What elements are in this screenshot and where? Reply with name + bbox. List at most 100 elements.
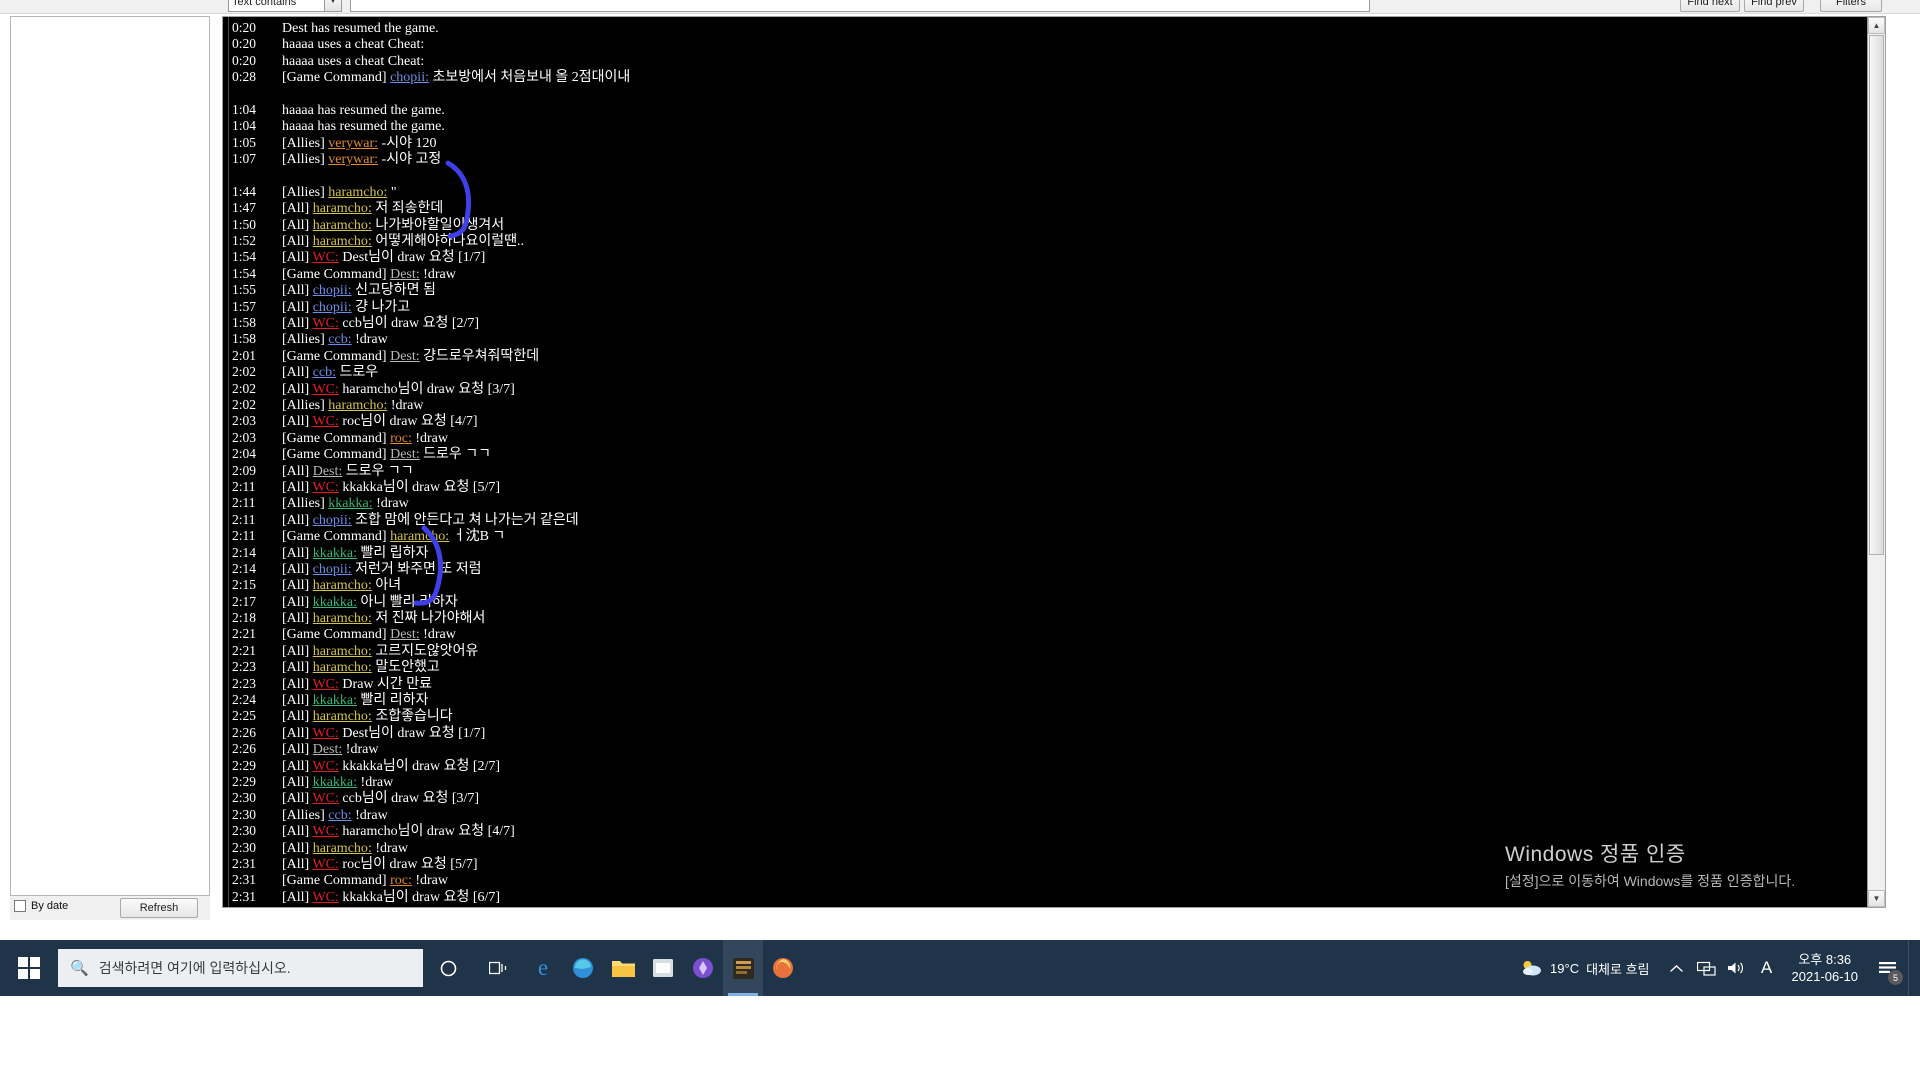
taskbar-search-box[interactable]: 🔍 검색하려면 여기에 입력하십시오. (58, 949, 423, 987)
chat-nickname[interactable]: Dest: (313, 742, 343, 757)
chat-line[interactable]: 0:20 haaaa uses a cheat Cheat: (230, 36, 1866, 52)
chat-line[interactable]: 2:15 [All] haramcho: 아녀 (230, 577, 1866, 593)
chat-line[interactable]: 1:52 [All] haramcho: 어떻게해야하나요이럴땐.. (230, 233, 1866, 249)
taskbar-app-microsoft-store[interactable] (643, 940, 683, 996)
refresh-button[interactable]: Refresh (120, 898, 198, 918)
chat-line[interactable]: 2:14 [All] chopii: 저런거 봐주면 또 저럼 (230, 561, 1866, 577)
find-prev-button[interactable]: Find prev (1744, 0, 1804, 12)
search-input[interactable] (350, 0, 1370, 12)
chat-nickname[interactable]: ccb: (313, 365, 336, 380)
volume-icon[interactable] (1722, 940, 1752, 996)
chat-nickname[interactable]: WC: (312, 250, 338, 265)
chat-nickname[interactable]: kkakka: (313, 775, 357, 790)
chat-nickname[interactable]: haramcho: (313, 234, 372, 249)
chat-line[interactable]: 1:05 [Allies] verywar: -시야 120 (230, 135, 1866, 151)
chat-nickname[interactable]: kkakka: (328, 496, 372, 511)
chat-nickname[interactable]: verywar: (328, 152, 378, 167)
chat-line[interactable]: 2:30 [Allies] ccb: !draw (230, 807, 1866, 823)
chat-nickname[interactable]: roc: (390, 431, 412, 446)
chat-line[interactable]: 2:01 [Game Command] Dest: 걍드로우쳐줘딱한데 (230, 348, 1866, 364)
notification-center-button[interactable]: 5 (1868, 940, 1908, 996)
chat-nickname[interactable]: Dest: (313, 464, 343, 479)
chat-line[interactable]: 2:02 [All] WC: haramcho님이 draw 요청 [3/7] (230, 381, 1866, 397)
chat-line[interactable]: 2:11 [All] chopii: 조합 맘에 안든다고 쳐 나가는거 같은데 (230, 512, 1866, 528)
chat-nickname[interactable]: ccb: (328, 808, 351, 823)
chat-nickname[interactable]: verywar: (328, 136, 378, 151)
by-date-checkbox[interactable]: By date (14, 900, 68, 912)
chat-line[interactable]: 1:04 haaaa has resumed the game. (230, 102, 1866, 118)
chat-line[interactable]: 2:11 [Allies] kkakka: !draw (230, 495, 1866, 511)
chat-line[interactable]: 2:02 [All] ccb: 드로우 (230, 364, 1866, 380)
chat-line[interactable]: 2:09 [All] Dest: 드로우 ㄱㄱ (230, 463, 1866, 479)
chat-line[interactable]: 1:47 [All] haramcho: 저 죄송한데 (230, 200, 1866, 216)
chat-line[interactable]: 2:31 [All] WC: kkakka님이 draw 요청 [6/7] (230, 889, 1866, 905)
taskbar-app-replay-parser[interactable] (723, 940, 763, 996)
network-icon[interactable] (1692, 940, 1722, 996)
chat-line[interactable]: 2:04 [Game Command] Dest: 드로우 ㄱㄱ (230, 446, 1866, 462)
chat-line[interactable]: 1:04 haaaa has resumed the game. (230, 118, 1866, 134)
chat-line[interactable]: 2:21 [All] haramcho: 고르지도않앗어유 (230, 643, 1866, 659)
chat-line[interactable]: 0:20 haaaa uses a cheat Cheat: (230, 53, 1866, 69)
chat-line[interactable]: 1:44 [Allies] haramcho: " (230, 184, 1866, 200)
chat-nickname[interactable]: WC: (312, 791, 338, 806)
filter-type-select[interactable]: Text contains ▼ (228, 0, 342, 12)
chat-line[interactable]: 0:20 Dest has resumed the game. (230, 20, 1866, 36)
chat-line[interactable]: 1:07 [Allies] verywar: -시야 고정 (230, 151, 1866, 167)
chat-nickname[interactable]: Dest: (390, 447, 420, 462)
chat-nickname[interactable]: WC: (312, 857, 338, 872)
chat-line[interactable]: 1:58 [All] WC: ccb님이 draw 요청 [2/7] (230, 315, 1866, 331)
chat-line[interactable]: 1:54 [All] WC: Dest님이 draw 요청 [1/7] (230, 249, 1866, 265)
chat-nickname[interactable]: WC: (312, 824, 338, 839)
tray-clock[interactable]: 오후 8:36 2021-06-10 (1782, 951, 1869, 985)
cortana-circle-icon[interactable] (423, 940, 473, 996)
chat-nickname[interactable]: chopii: (313, 283, 352, 298)
chat-nickname[interactable]: Dest: (390, 349, 420, 364)
chat-nickname[interactable]: haramcho: (313, 218, 372, 233)
chat-line[interactable]: 2:30 [All] WC: ccb님이 draw 요청 [3/7] (230, 790, 1866, 806)
chat-nickname[interactable]: roc: (390, 873, 412, 888)
chat-line[interactable]: 2:26 [All] WC: Dest님이 draw 요청 [1/7] (230, 725, 1866, 741)
chat-nickname[interactable]: kkakka: (313, 693, 357, 708)
chat-nickname[interactable]: WC: (312, 726, 338, 741)
chat-line[interactable]: 2:11 [Game Command] haramcho: ㅓ沈B ㄱ (230, 528, 1866, 544)
tray-weather[interactable]: 19°C 대체로 흐림 (1509, 959, 1661, 978)
chat-nickname[interactable]: ccb: (328, 332, 351, 347)
chat-line[interactable]: 2:21 [Game Command] Dest: !draw (230, 626, 1866, 642)
chat-nickname[interactable]: WC: (312, 414, 338, 429)
scrollbar-thumb[interactable] (1869, 35, 1884, 555)
chat-log-list[interactable]: 0:20 Dest has resumed the game. 0:20 haaaa … (230, 17, 1866, 907)
chat-nickname[interactable]: haramcho: (313, 841, 372, 856)
chat-nickname[interactable]: haramcho: (313, 709, 372, 724)
chat-line[interactable]: 2:24 [All] kkakka: 빨리 리하자 (230, 692, 1866, 708)
chat-nickname[interactable]: WC: (312, 759, 338, 774)
replay-list-panel[interactable] (10, 16, 210, 896)
filters-button[interactable]: Filters (1820, 0, 1882, 12)
chat-nickname[interactable]: haramcho: (328, 398, 387, 413)
chat-line[interactable]: 2:03 [All] WC: roc님이 draw 요청 [4/7] (230, 413, 1866, 429)
chat-nickname[interactable]: kkakka: (313, 595, 357, 610)
taskbar-app-warcraft[interactable] (683, 940, 723, 996)
chat-line[interactable]: 2:29 [All] kkakka: !draw (230, 774, 1866, 790)
chat-nickname[interactable]: chopii: (313, 562, 352, 577)
task-view-icon[interactable] (473, 940, 523, 996)
chat-nickname[interactable]: WC: (312, 890, 338, 905)
taskbar-app-edge-chromium[interactable] (563, 940, 603, 996)
chat-line[interactable]: 2:17 [All] kkakka: 아니 빨리 리하자 (230, 594, 1866, 610)
taskbar-app-firefox[interactable] (763, 940, 803, 996)
chat-nickname[interactable]: haramcho: (313, 611, 372, 626)
chat-line[interactable]: 1:58 [Allies] ccb: !draw (230, 331, 1866, 347)
chat-nickname[interactable]: haramcho: (313, 201, 372, 216)
chat-nickname[interactable]: haramcho: (313, 644, 372, 659)
chat-line[interactable]: 2:11 [All] WC: kkakka님이 draw 요청 [5/7] (230, 479, 1866, 495)
chat-nickname[interactable]: chopii: (390, 70, 429, 85)
chat-line[interactable]: 0:28 [Game Command] chopii: 초보방에서 처음보내 올 … (230, 69, 1866, 85)
chat-line[interactable]: 2:14 [All] kkakka: 빨리 립하자 (230, 545, 1866, 561)
chat-line[interactable]: 1:54 [Game Command] Dest: !draw (230, 266, 1866, 282)
chat-nickname[interactable]: chopii: (313, 300, 352, 315)
chat-nickname[interactable]: haramcho: (313, 660, 372, 675)
chat-line[interactable]: 2:18 [All] haramcho: 저 진짜 나가야해서 (230, 610, 1866, 626)
ime-indicator[interactable]: A (1752, 940, 1782, 996)
chat-line[interactable]: 2:25 [All] haramcho: 조합좋습니다 (230, 708, 1866, 724)
chat-line[interactable]: 2:03 [Game Command] roc: !draw (230, 430, 1866, 446)
chat-line[interactable]: 2:02 [Allies] haramcho: !draw (230, 397, 1866, 413)
